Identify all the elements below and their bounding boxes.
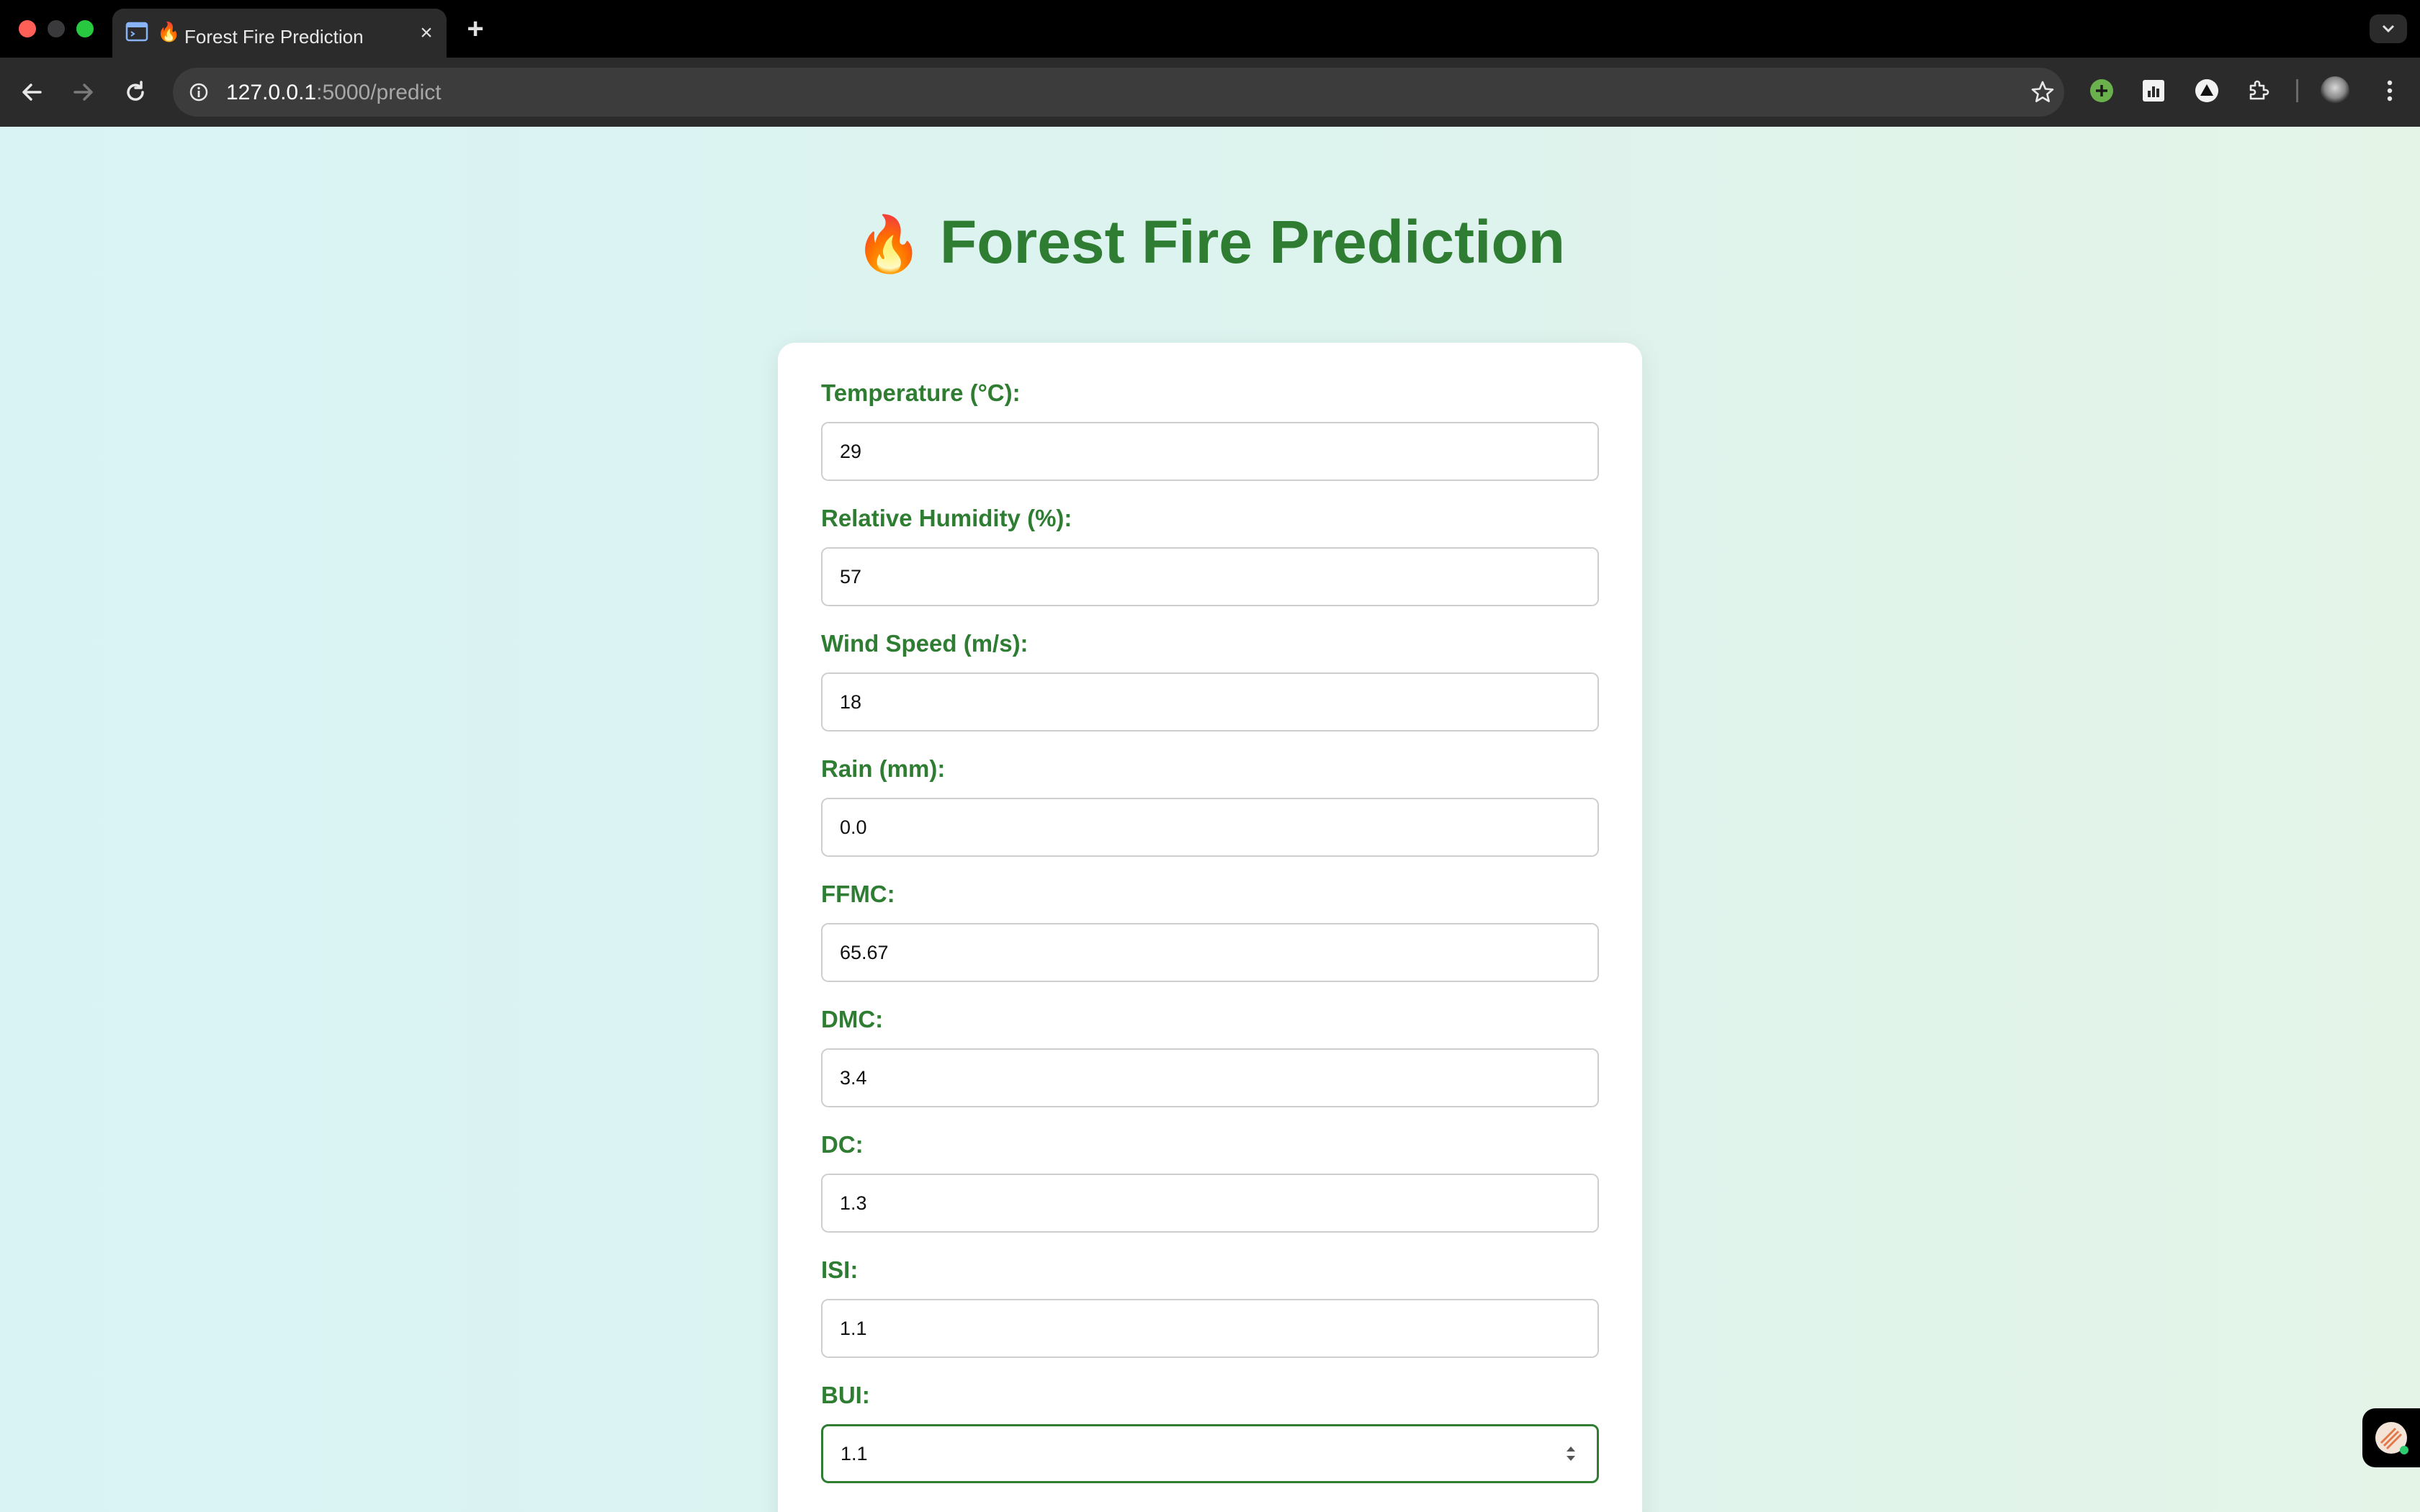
browser-menu-icon[interactable]	[2377, 76, 2403, 105]
dc-input[interactable]	[821, 1174, 1599, 1233]
rain-label: Rain (mm):	[821, 755, 946, 782]
page-viewport: 🔥 Forest Fire Prediction Temperature (°C…	[0, 127, 2420, 1512]
close-window-button[interactable]	[19, 20, 36, 37]
dc-label: DC:	[821, 1131, 864, 1158]
bui-field-wrapper	[821, 1424, 1599, 1483]
floating-assistant-button[interactable]	[2362, 1408, 2420, 1467]
ffmc-label: FFMC:	[821, 881, 895, 907]
tab-title: Forest Fire Prediction	[184, 26, 364, 48]
tab-close-icon[interactable]: ×	[415, 22, 438, 45]
new-tab-plus-icon[interactable]: +	[461, 14, 490, 43]
forward-arrow-icon[interactable]	[66, 75, 101, 109]
browser-tab-strip: 🔥 Forest Fire Prediction × +	[0, 0, 2420, 58]
bookmark-star-icon[interactable]	[2030, 79, 2056, 105]
browser-toolbar: 127.0.0.1:5000/predict	[0, 58, 2420, 127]
extensions-puzzle-icon[interactable]	[2246, 78, 2272, 104]
dmc-label: DMC:	[821, 1006, 884, 1032]
url-path: :5000/predict	[316, 81, 442, 104]
fire-favicon-icon: 🔥	[157, 21, 181, 42]
tab-group-icon	[125, 22, 148, 42]
temperature-input[interactable]	[821, 422, 1599, 481]
wind-speed-input[interactable]	[821, 672, 1599, 732]
back-arrow-icon[interactable]	[14, 75, 49, 109]
page-title: 🔥 Forest Fire Prediction	[0, 206, 2420, 281]
reload-icon[interactable]	[118, 75, 153, 109]
dmc-input[interactable]	[821, 1048, 1599, 1107]
browser-tab[interactable]: 🔥 Forest Fire Prediction ×	[112, 9, 447, 58]
prediction-form: Temperature (°C): Relative Humidity (%):…	[778, 343, 1642, 1512]
site-info-icon[interactable]	[189, 82, 209, 102]
extension-triangle-icon[interactable]	[2194, 78, 2220, 104]
fire-icon: 🔥	[854, 214, 923, 275]
extension-chart-icon[interactable]	[2141, 78, 2166, 104]
isi-input[interactable]	[821, 1299, 1599, 1358]
humidity-label: Relative Humidity (%):	[821, 505, 1072, 531]
minimize-window-button[interactable]	[48, 20, 65, 37]
number-spinner-icon[interactable]	[1563, 1441, 1579, 1466]
tab-search-button[interactable]	[2370, 14, 2407, 43]
profile-avatar[interactable]	[2321, 76, 2349, 105]
address-bar[interactable]: 127.0.0.1:5000/predict	[173, 68, 2064, 117]
maximize-window-button[interactable]	[76, 20, 94, 37]
url-text[interactable]: 127.0.0.1:5000/predict	[226, 81, 442, 105]
temperature-label: Temperature (°C):	[821, 379, 1021, 406]
humidity-input[interactable]	[821, 547, 1599, 606]
toolbar-divider	[2296, 79, 2298, 102]
ffmc-input[interactable]	[821, 923, 1599, 982]
url-host: 127.0.0.1	[226, 81, 317, 104]
rain-input[interactable]	[821, 798, 1599, 857]
bui-label: BUI:	[821, 1382, 870, 1408]
extension-green-plus-icon[interactable]	[2089, 78, 2115, 104]
isi-label: ISI:	[821, 1256, 859, 1283]
bui-input[interactable]	[821, 1424, 1599, 1483]
page-title-text: Forest Fire Prediction	[939, 208, 1566, 276]
wind-speed-label: Wind Speed (m/s):	[821, 630, 1028, 657]
